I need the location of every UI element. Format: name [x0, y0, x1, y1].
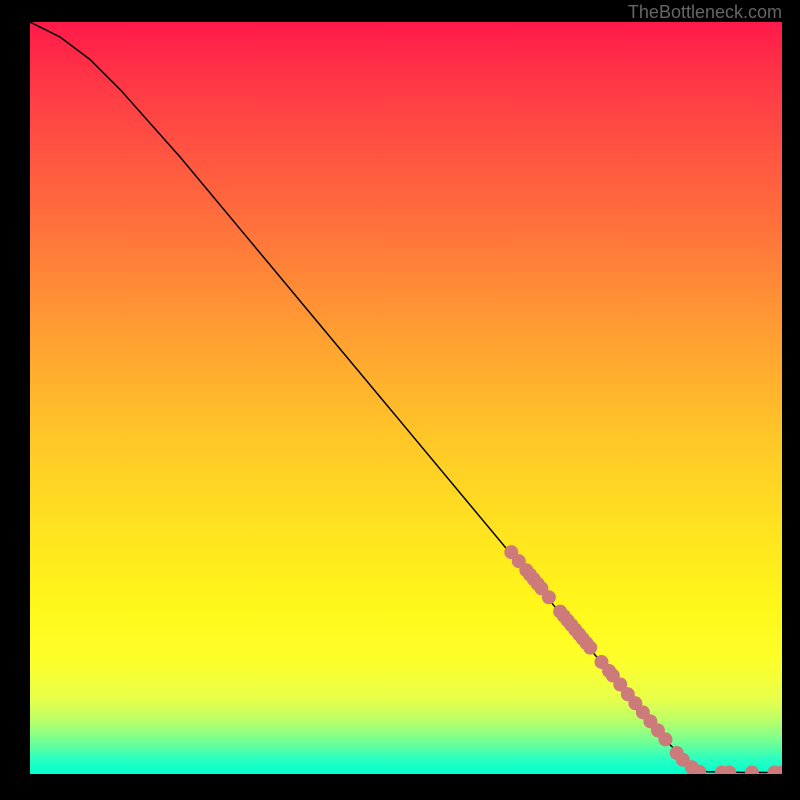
plot-gradient-background — [30, 22, 782, 774]
chart-container: TheBottleneck.com — [0, 0, 800, 800]
attribution-text: TheBottleneck.com — [628, 2, 782, 23]
